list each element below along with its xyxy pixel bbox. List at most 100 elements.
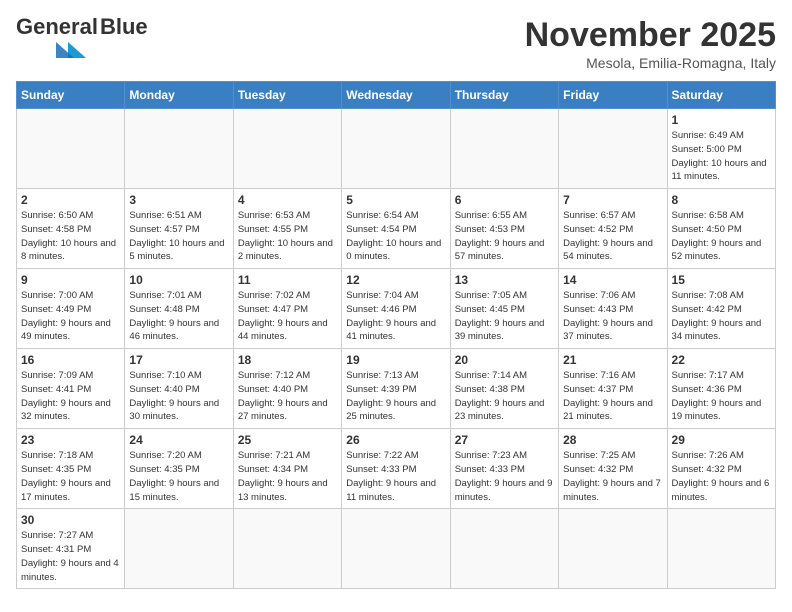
day-number: 26: [346, 433, 445, 447]
day-info: Sunrise: 7:25 AM Sunset: 4:32 PM Dayligh…: [563, 449, 662, 504]
day-number: 8: [672, 193, 771, 207]
day-info: Sunrise: 7:01 AM Sunset: 4:48 PM Dayligh…: [129, 289, 228, 344]
calendar-cell: [559, 109, 667, 189]
calendar-cell: 27 Sunrise: 7:23 AM Sunset: 4:33 PM Dayli…: [450, 429, 558, 509]
day-number: 9: [21, 273, 120, 287]
calendar-cell: 26 Sunrise: 7:22 AM Sunset: 4:33 PM Dayli…: [342, 429, 450, 509]
calendar-cell: 19Sunrise: 7:13 AM Sunset: 4:39 PM Dayli…: [342, 349, 450, 429]
day-number: 22: [672, 353, 771, 367]
day-number: 2: [21, 193, 120, 207]
calendar-cell: 28 Sunrise: 7:25 AM Sunset: 4:32 PM Dayli…: [559, 429, 667, 509]
page-header: General Blue November 2025 Mesola, Emili…: [16, 16, 776, 71]
calendar-table: SundayMondayTuesdayWednesdayThursdayFrid…: [16, 81, 776, 589]
calendar-cell: 18Sunrise: 7:12 AM Sunset: 4:40 PM Dayli…: [233, 349, 341, 429]
day-info: Sunrise: 7:05 AM Sunset: 4:45 PM Dayligh…: [455, 289, 554, 344]
weekday-header-wednesday: Wednesday: [342, 82, 450, 109]
day-number: 14: [563, 273, 662, 287]
calendar-cell: 1Sunrise: 6:49 AM Sunset: 5:00 PM Daylig…: [667, 109, 775, 189]
day-number: 28: [563, 433, 662, 447]
day-number: 20: [455, 353, 554, 367]
calendar-cell: [233, 109, 341, 189]
logo-text-blue: Blue: [100, 16, 148, 38]
day-number: 12: [346, 273, 445, 287]
calendar-cell: 6 Sunrise: 6:55 AM Sunset: 4:53 PM Daylig…: [450, 189, 558, 269]
day-info: Sunrise: 6:58 AM Sunset: 4:50 PM Dayligh…: [672, 209, 771, 264]
calendar-week-row: 30Sunrise: 7:27 AM Sunset: 4:31 PM Dayli…: [17, 509, 776, 589]
calendar-cell: [559, 509, 667, 589]
day-info: Sunrise: 7:09 AM Sunset: 4:41 PM Dayligh…: [21, 369, 120, 424]
calendar-cell: 8 Sunrise: 6:58 AM Sunset: 4:50 PM Daylig…: [667, 189, 775, 269]
day-number: 13: [455, 273, 554, 287]
day-number: 16: [21, 353, 120, 367]
calendar-cell: 23Sunrise: 7:18 AM Sunset: 4:35 PM Dayli…: [17, 429, 125, 509]
calendar-cell: [342, 509, 450, 589]
calendar-cell: 21Sunrise: 7:16 AM Sunset: 4:37 PM Dayli…: [559, 349, 667, 429]
calendar-week-row: 23Sunrise: 7:18 AM Sunset: 4:35 PM Dayli…: [17, 429, 776, 509]
calendar-cell: 10Sunrise: 7:01 AM Sunset: 4:48 PM Dayli…: [125, 269, 233, 349]
calendar-cell: [125, 109, 233, 189]
day-info: Sunrise: 6:54 AM Sunset: 4:54 PM Dayligh…: [346, 209, 445, 264]
calendar-week-row: 9Sunrise: 7:00 AM Sunset: 4:49 PM Daylig…: [17, 269, 776, 349]
day-number: 15: [672, 273, 771, 287]
weekday-header-monday: Monday: [125, 82, 233, 109]
calendar-cell: 14 Sunrise: 7:06 AM Sunset: 4:43 PM Dayli…: [559, 269, 667, 349]
day-info: Sunrise: 7:17 AM Sunset: 4:36 PM Dayligh…: [672, 369, 771, 424]
calendar-cell: 15 Sunrise: 7:08 AM Sunset: 4:42 PM Dayli…: [667, 269, 775, 349]
day-info: Sunrise: 6:57 AM Sunset: 4:52 PM Dayligh…: [563, 209, 662, 264]
day-info: Sunrise: 7:04 AM Sunset: 4:46 PM Dayligh…: [346, 289, 445, 344]
calendar-cell: 13 Sunrise: 7:05 AM Sunset: 4:45 PM Dayli…: [450, 269, 558, 349]
calendar-cell: [667, 509, 775, 589]
day-number: 23: [21, 433, 120, 447]
day-info: Sunrise: 7:08 AM Sunset: 4:42 PM Dayligh…: [672, 289, 771, 344]
day-info: Sunrise: 7:22 AM Sunset: 4:33 PM Dayligh…: [346, 449, 445, 504]
calendar-cell: 3Sunrise: 6:51 AM Sunset: 4:57 PM Daylig…: [125, 189, 233, 269]
day-number: 30: [21, 513, 120, 527]
calendar-cell: 25Sunrise: 7:21 AM Sunset: 4:34 PM Dayli…: [233, 429, 341, 509]
day-number: 7: [563, 193, 662, 207]
day-info: Sunrise: 7:16 AM Sunset: 4:37 PM Dayligh…: [563, 369, 662, 424]
calendar-cell: [450, 509, 558, 589]
day-number: 19: [346, 353, 445, 367]
day-info: Sunrise: 7:10 AM Sunset: 4:40 PM Dayligh…: [129, 369, 228, 424]
logo-text-general: General: [16, 16, 98, 38]
day-info: Sunrise: 7:23 AM Sunset: 4:33 PM Dayligh…: [455, 449, 554, 504]
calendar-cell: 7 Sunrise: 6:57 AM Sunset: 4:52 PM Daylig…: [559, 189, 667, 269]
title-area: November 2025 Mesola, Emilia-Romagna, It…: [525, 16, 776, 71]
calendar-cell: 24Sunrise: 7:20 AM Sunset: 4:35 PM Dayli…: [125, 429, 233, 509]
calendar-cell: 12 Sunrise: 7:04 AM Sunset: 4:46 PM Dayli…: [342, 269, 450, 349]
day-number: 11: [238, 273, 337, 287]
location-title: Mesola, Emilia-Romagna, Italy: [525, 55, 776, 71]
calendar-cell: 9Sunrise: 7:00 AM Sunset: 4:49 PM Daylig…: [17, 269, 125, 349]
calendar-week-row: 2Sunrise: 6:50 AM Sunset: 4:58 PM Daylig…: [17, 189, 776, 269]
calendar-cell: 2Sunrise: 6:50 AM Sunset: 4:58 PM Daylig…: [17, 189, 125, 269]
calendar-cell: 29Sunrise: 7:26 AM Sunset: 4:32 PM Dayli…: [667, 429, 775, 509]
logo: General Blue: [16, 16, 148, 58]
calendar-cell: [450, 109, 558, 189]
calendar-week-row: 16 Sunrise: 7:09 AM Sunset: 4:41 PM Dayli…: [17, 349, 776, 429]
day-number: 4: [238, 193, 337, 207]
calendar-cell: 22 Sunrise: 7:17 AM Sunset: 4:36 PM Dayli…: [667, 349, 775, 429]
weekday-header-thursday: Thursday: [450, 82, 558, 109]
day-number: 17: [129, 353, 228, 367]
day-info: Sunrise: 7:21 AM Sunset: 4:34 PM Dayligh…: [238, 449, 337, 504]
day-info: Sunrise: 6:49 AM Sunset: 5:00 PM Dayligh…: [672, 129, 771, 184]
day-number: 6: [455, 193, 554, 207]
calendar-cell: 11Sunrise: 7:02 AM Sunset: 4:47 PM Dayli…: [233, 269, 341, 349]
day-number: 5: [346, 193, 445, 207]
day-info: Sunrise: 6:55 AM Sunset: 4:53 PM Dayligh…: [455, 209, 554, 264]
logo-icon: [16, 40, 86, 58]
calendar-cell: [17, 109, 125, 189]
day-info: Sunrise: 7:06 AM Sunset: 4:43 PM Dayligh…: [563, 289, 662, 344]
calendar-cell: 4Sunrise: 6:53 AM Sunset: 4:55 PM Daylig…: [233, 189, 341, 269]
calendar-cell: [125, 509, 233, 589]
month-title: November 2025: [525, 16, 776, 55]
weekday-header-saturday: Saturday: [667, 82, 775, 109]
day-info: Sunrise: 7:12 AM Sunset: 4:40 PM Dayligh…: [238, 369, 337, 424]
calendar-cell: 20Sunrise: 7:14 AM Sunset: 4:38 PM Dayli…: [450, 349, 558, 429]
day-number: 27: [455, 433, 554, 447]
day-info: Sunrise: 6:51 AM Sunset: 4:57 PM Dayligh…: [129, 209, 228, 264]
calendar-cell: 17 Sunrise: 7:10 AM Sunset: 4:40 PM Dayli…: [125, 349, 233, 429]
day-number: 24: [129, 433, 228, 447]
day-number: 29: [672, 433, 771, 447]
calendar-header-row: SundayMondayTuesdayWednesdayThursdayFrid…: [17, 82, 776, 109]
